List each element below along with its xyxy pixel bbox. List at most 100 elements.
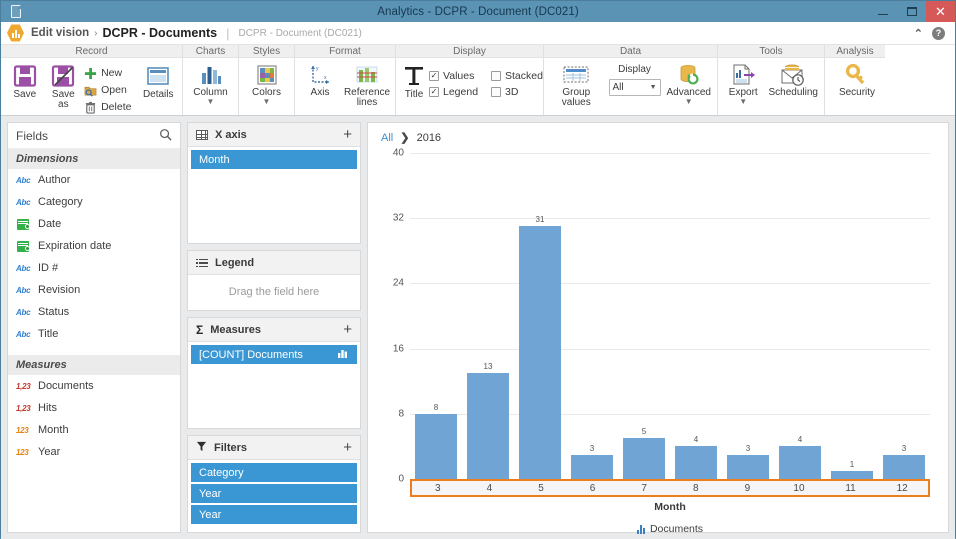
bar-item[interactable]: 4 (774, 153, 826, 479)
xaxis-pill-month[interactable]: Month (191, 150, 357, 169)
scheduling-button[interactable]: Scheduling (769, 62, 818, 98)
bar-item[interactable]: 4 (670, 153, 722, 479)
trash-icon (85, 101, 96, 114)
legend-drop-placeholder[interactable]: Drag the field here (191, 278, 357, 307)
export-icon (733, 64, 756, 85)
x-axis-tick-label[interactable]: 7 (618, 483, 670, 494)
x-axis-tick-label[interactable]: 6 (567, 483, 619, 494)
bar-rect[interactable] (415, 413, 457, 479)
field-revision[interactable]: Abc Revision (8, 279, 180, 301)
bar-rect[interactable] (623, 438, 665, 479)
plus-icon (85, 67, 97, 79)
values-checkbox[interactable]: ✓ Values (429, 70, 491, 82)
x-axis-labels-highlighted[interactable]: 3 4 5 6 7 8 9 10 11 12 (410, 479, 930, 497)
axis-button[interactable]: y x Axis (301, 62, 339, 98)
bar-item[interactable]: 31 (514, 153, 566, 479)
bar-item[interactable]: 5 (618, 153, 670, 479)
filter-pill-category[interactable]: Category (191, 463, 357, 482)
chevron-down-icon[interactable]: ▼ (263, 98, 271, 106)
bar-item[interactable]: 3 (566, 153, 618, 479)
advanced-button[interactable]: Advanced ▼ (667, 62, 711, 106)
bar-rect[interactable] (779, 446, 821, 479)
shelf-legend-header: Legend (188, 251, 360, 275)
minimize-button[interactable] (868, 1, 897, 22)
measure-pill-count-documents[interactable]: [COUNT] Documents (191, 345, 357, 364)
button-label: Save as (51, 89, 75, 110)
field-status[interactable]: Abc Status (8, 301, 180, 323)
add-filter-button[interactable]: + (343, 440, 352, 455)
x-axis-tick-label[interactable]: 5 (515, 483, 567, 494)
bar-rect[interactable] (675, 446, 717, 479)
title-button[interactable]: Title (402, 62, 426, 100)
chart-legend: Documents (410, 523, 930, 535)
measure-documents[interactable]: 1,23 Documents (8, 375, 180, 397)
delete-button[interactable]: Delete (84, 99, 131, 115)
chart-breadcrumb-year[interactable]: 2016 (417, 132, 441, 144)
filter-pill-year-2[interactable]: Year (191, 505, 357, 524)
measure-hits[interactable]: 1,23 Hits (8, 397, 180, 419)
bar-item[interactable]: 13 (462, 153, 514, 479)
threed-checkbox[interactable]: 3D (491, 86, 543, 98)
field-title[interactable]: Abc Title (8, 323, 180, 345)
bar-rect[interactable] (519, 226, 561, 479)
bar-rect[interactable] (467, 373, 509, 479)
bar-item[interactable]: 3 (722, 153, 774, 479)
search-icon[interactable] (159, 128, 172, 144)
x-axis-tick-label[interactable]: 8 (670, 483, 722, 494)
bar-rect[interactable] (831, 470, 873, 479)
filter-pill-year-1[interactable]: Year (191, 484, 357, 503)
measure-month[interactable]: 123 Month (8, 419, 180, 441)
maximize-button[interactable] (897, 1, 926, 22)
breadcrumb-edit-vision[interactable]: Edit vision (31, 27, 89, 39)
bar-rect[interactable] (571, 454, 613, 479)
bar-item[interactable]: 1 (826, 153, 878, 479)
x-axis-tick-label[interactable]: 10 (773, 483, 825, 494)
group-values-button[interactable]: Group values (550, 62, 603, 108)
export-button[interactable]: Export ▼ (724, 62, 763, 106)
save-as-button[interactable]: Save as (46, 62, 82, 110)
bar-item[interactable]: 3 (878, 153, 930, 479)
x-axis-tick-label[interactable]: 11 (825, 483, 877, 494)
x-axis-tick-label[interactable]: 12 (876, 483, 928, 494)
column-chart-button[interactable]: Column ▼ (189, 62, 232, 106)
x-axis-tick-label[interactable]: 9 (722, 483, 774, 494)
chart-breadcrumb-all[interactable]: All (381, 132, 393, 144)
field-category[interactable]: Abc Category (8, 191, 180, 213)
reference-lines-button[interactable]: Reference lines (344, 62, 390, 108)
stacked-checkbox[interactable]: Stacked (491, 70, 543, 82)
help-icon[interactable]: ? (932, 26, 945, 40)
x-axis-tick-label[interactable]: 4 (464, 483, 516, 494)
display-select[interactable]: All ▼ (608, 79, 661, 96)
close-button[interactable]: ✕ (926, 1, 955, 22)
chevron-down-icon[interactable]: ▼ (207, 98, 215, 106)
field-author[interactable]: Abc Author (8, 169, 180, 191)
new-button[interactable]: New (84, 65, 131, 81)
chevron-down-icon[interactable]: ▼ (685, 98, 693, 106)
add-measure-button[interactable]: + (343, 322, 352, 337)
open-button[interactable]: Open (84, 82, 131, 98)
checkbox-label: Stacked (505, 70, 543, 82)
shelf-title: Legend (215, 256, 255, 269)
colors-button[interactable]: Colors ▼ (245, 62, 288, 106)
pill-label: [COUNT] Documents (199, 348, 303, 361)
field-expiration-date[interactable]: Expiration date (8, 235, 180, 257)
legend-checkbox[interactable]: ✓ Legend (429, 86, 491, 98)
bar-item[interactable]: 8 (410, 153, 462, 479)
chevron-up-icon[interactable]: ⌃ (914, 27, 923, 40)
measure-year[interactable]: 123 Year (8, 441, 180, 463)
calendar-icon (16, 218, 31, 230)
ribbon-group-data: Data Group values Display All ▼ Advanced… (544, 45, 718, 115)
security-button[interactable]: Security (831, 62, 883, 98)
chevron-down-icon[interactable]: ▼ (739, 98, 747, 106)
bar-rect[interactable] (727, 454, 769, 479)
details-button[interactable]: Details (140, 62, 176, 100)
bar-rect[interactable] (883, 454, 925, 479)
shelf-filters: Filters + Category Year Year (187, 435, 361, 533)
field-date[interactable]: Date (8, 213, 180, 235)
field-id[interactable]: Abc ID # (8, 257, 180, 279)
shelf-measures: Σ Measures + [COUNT] Documents (187, 317, 361, 429)
bar-value-label: 13 (483, 362, 493, 372)
save-button[interactable]: Save (7, 62, 43, 100)
x-axis-tick-label[interactable]: 3 (412, 483, 464, 494)
add-xaxis-field-button[interactable]: + (343, 127, 352, 142)
